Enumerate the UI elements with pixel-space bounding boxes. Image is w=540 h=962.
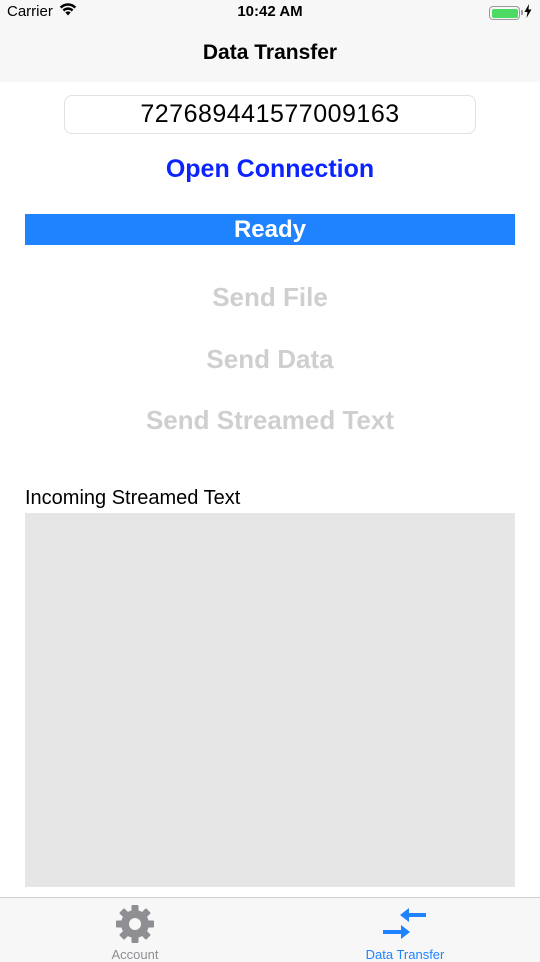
tab-account[interactable]: Account bbox=[0, 898, 270, 962]
screen: Carrier 10:42 AM Data Transfer 727689441… bbox=[0, 0, 540, 962]
battery-level bbox=[491, 8, 518, 18]
transfer-arrows-icon bbox=[383, 904, 427, 944]
send-file-button[interactable]: Send File bbox=[0, 282, 540, 313]
connection-code-field[interactable]: 727689441577009163 bbox=[64, 95, 476, 134]
status-banner: Ready bbox=[25, 214, 515, 245]
status-time: 10:42 AM bbox=[237, 3, 303, 20]
incoming-streamed-text-area[interactable] bbox=[25, 513, 515, 887]
status-right bbox=[489, 4, 532, 22]
navigation-bar: Data Transfer bbox=[0, 24, 540, 82]
send-streamed-text-button[interactable]: Send Streamed Text bbox=[0, 405, 540, 436]
tab-data-transfer-label: Data Transfer bbox=[365, 947, 445, 962]
page-title: Data Transfer bbox=[202, 41, 338, 64]
incoming-streamed-text-label: Incoming Streamed Text bbox=[25, 487, 241, 509]
open-connection-button[interactable]: Open Connection bbox=[0, 155, 540, 184]
tab-account-label: Account bbox=[111, 947, 159, 962]
tab-data-transfer[interactable]: Data Transfer bbox=[270, 898, 540, 962]
send-data-button[interactable]: Send Data bbox=[0, 344, 540, 375]
status-bar: Carrier 10:42 AM bbox=[0, 0, 540, 24]
gear-icon bbox=[113, 904, 157, 944]
battery-icon bbox=[489, 6, 523, 20]
tab-bar: Account Data Transfer bbox=[0, 897, 540, 962]
charging-bolt-icon bbox=[524, 4, 532, 22]
